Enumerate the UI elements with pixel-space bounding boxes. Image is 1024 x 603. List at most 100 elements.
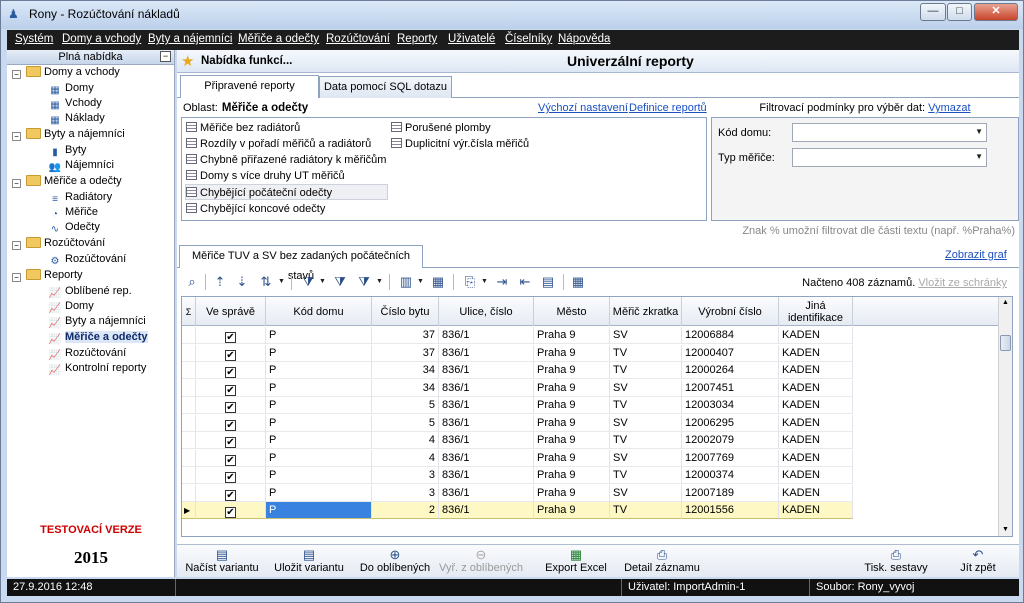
default-settings-link[interactable]: Výchozí nastavení — [538, 102, 628, 114]
table-cell[interactable]: Praha 9 — [534, 344, 610, 362]
checkbox[interactable]: ✔ — [225, 402, 236, 413]
table-cell[interactable]: 37 — [372, 327, 439, 344]
star-icon[interactable]: ★ — [181, 52, 194, 70]
collapse-toggle[interactable]: − — [12, 273, 21, 282]
table-row[interactable]: ✔ P 5 836/1 Praha 9 SV 12006295 KADEN — [182, 414, 1000, 433]
table-cell[interactable]: P — [266, 414, 372, 432]
tree-folder-reporty[interactable]: Reporty — [26, 268, 83, 283]
print-reports-button[interactable]: ⎙ Tisk. sestavy — [861, 547, 931, 577]
preview-icon[interactable]: ⌕ — [183, 273, 201, 291]
table-cell[interactable]: P — [266, 327, 372, 344]
table-cell[interactable]: Praha 9 — [534, 327, 610, 344]
tab-result[interactable]: Měřiče TUV a SV bez zadaných počátečních… — [179, 245, 423, 282]
table-cell[interactable]: Praha 9 — [534, 379, 610, 397]
tree-item-najemnici[interactable]: 👥 Nájemníci — [48, 158, 114, 173]
table-row[interactable]: ✔ P 4 836/1 Praha 9 TV 12002079 KADEN — [182, 432, 1000, 450]
table-cell[interactable]: 12006295 — [682, 414, 779, 432]
table-cell[interactable]: ✔ — [196, 379, 266, 397]
tree-folder-merice-a-odecty[interactable]: Měřiče a odečty — [26, 174, 122, 189]
table-row[interactable]: ✔ P 5 836/1 Praha 9 TV 12003034 KADEN — [182, 397, 1000, 415]
scrollbar-thumb[interactable] — [1000, 335, 1011, 351]
tree-folder-rozuctovani[interactable]: Rozúčtování — [26, 236, 105, 251]
table-cell[interactable]: ✔ — [196, 484, 266, 502]
row-indicator[interactable] — [182, 344, 196, 362]
table-cell[interactable]: 836/1 — [439, 484, 534, 502]
checkbox[interactable]: ✔ — [225, 489, 236, 501]
filter-clear-icon[interactable]: ⧩ — [355, 273, 373, 291]
table-row[interactable]: ✔ P 34 836/1 Praha 9 TV 12000264 KADEN — [182, 362, 1000, 380]
record-detail-button[interactable]: ⎙ Detail záznamu — [623, 547, 701, 577]
table-cell[interactable]: Praha 9 — [534, 362, 610, 379]
row-indicator[interactable]: ▶ — [182, 502, 196, 519]
tree-item-rozuctovani-report[interactable]: 📈 Rozúčtování — [48, 346, 126, 361]
column-header[interactable]: Město — [534, 297, 610, 326]
collapse-toggle[interactable]: − — [12, 241, 21, 250]
tree-folder-byty-a-najemnici[interactable]: Byty a nájemníci — [26, 127, 125, 142]
table-cell[interactable]: SV — [610, 484, 682, 502]
checkbox[interactable]: ✔ — [225, 332, 236, 343]
table-cell[interactable]: 12000264 — [682, 362, 779, 379]
table-cell[interactable]: 37 — [372, 344, 439, 362]
menu-meters[interactable]: Měřiče a odečty — [238, 33, 319, 45]
column-header[interactable]: Kód domu — [266, 297, 372, 326]
report-item[interactable]: Chybějící koncové odečty — [186, 201, 325, 217]
table-cell[interactable]: 4 — [372, 432, 439, 449]
table-cell[interactable]: 12003034 — [682, 397, 779, 414]
table-cell[interactable]: KADEN — [779, 502, 853, 519]
column-header[interactable]: Měřič zkratka — [610, 297, 682, 326]
table-cell[interactable]: 12007189 — [682, 484, 779, 502]
row-indicator[interactable] — [182, 432, 196, 449]
report-item[interactable]: Domy s více druhy UT měřičů — [186, 168, 345, 184]
table-cell[interactable]: TV — [610, 502, 682, 519]
meter-type-select[interactable] — [792, 148, 987, 167]
table-cell[interactable]: 12007769 — [682, 449, 779, 467]
table-cell[interactable]: 12007451 — [682, 379, 779, 397]
row-indicator[interactable] — [182, 362, 196, 379]
load-variant-button[interactable]: ▤ Načíst variantu — [183, 547, 261, 577]
tree-item-naklady[interactable]: ▦ Náklady — [48, 111, 104, 126]
export-excel-button[interactable]: ▦ Export Excel — [541, 547, 611, 577]
table-cell[interactable]: P — [266, 502, 372, 519]
table-cell[interactable]: 12000407 — [682, 344, 779, 362]
column-header[interactable]: Ulice, číslo — [439, 297, 534, 326]
table-cell[interactable]: TV — [610, 362, 682, 379]
scroll-up-icon[interactable]: ▲ — [1002, 299, 1009, 306]
table-cell[interactable]: 5 — [372, 397, 439, 414]
table-cell[interactable]: 3 — [372, 484, 439, 502]
table-cell[interactable]: ✔ — [196, 502, 266, 519]
table-cell[interactable]: SV — [610, 327, 682, 344]
add-favorite-button[interactable]: ⊕ Do oblíbených — [357, 547, 433, 577]
row-indicator[interactable] — [182, 327, 196, 344]
menu-houses[interactable]: Domy a vchody — [62, 33, 141, 45]
report-item[interactable]: Porušené plomby — [391, 120, 491, 136]
row-indicator[interactable] — [182, 397, 196, 414]
menu-billing[interactable]: Rozúčtování — [326, 33, 390, 45]
table-cell[interactable]: TV — [610, 467, 682, 484]
chevron-down-icon[interactable]: ▼ — [278, 278, 285, 285]
row-indicator[interactable] — [182, 379, 196, 397]
sort-ascending-icon[interactable]: ⇡ — [211, 273, 229, 291]
table-cell[interactable]: 4 — [372, 449, 439, 467]
table-cell[interactable]: Praha 9 — [534, 432, 610, 449]
show-chart-link[interactable]: Zobrazit graf — [945, 249, 1007, 261]
tree-item-vchody[interactable]: ▦ Vchody — [48, 96, 101, 111]
table-row[interactable]: ✔ P 37 836/1 Praha 9 TV 12000407 KADEN — [182, 344, 1000, 363]
table-cell[interactable]: Praha 9 — [534, 449, 610, 467]
collapse-panel-button[interactable]: − — [160, 51, 171, 62]
collapse-toggle[interactable]: − — [12, 132, 21, 141]
sort-multi-icon[interactable]: ⇅ — [257, 273, 275, 291]
checkbox[interactable]: ✔ — [225, 367, 236, 378]
table-cell[interactable]: 34 — [372, 362, 439, 379]
table-cell[interactable]: Praha 9 — [534, 467, 610, 484]
tree-item-domy-report[interactable]: 📈 Domy — [48, 299, 94, 314]
table-cell[interactable]: Praha 9 — [534, 502, 610, 519]
table-cell[interactable]: KADEN — [779, 414, 853, 432]
table-cell[interactable]: SV — [610, 414, 682, 432]
table-cell[interactable]: ✔ — [196, 449, 266, 467]
table-cell[interactable]: ✔ — [196, 432, 266, 449]
report-item[interactable]: Měřiče bez radiátorů — [186, 120, 300, 136]
table-cell[interactable]: 836/1 — [439, 502, 534, 519]
table-cell[interactable]: TV — [610, 344, 682, 362]
table-cell[interactable]: ✔ — [196, 344, 266, 362]
tree-item-radiatory[interactable]: ≡ Radiátory — [48, 190, 112, 205]
